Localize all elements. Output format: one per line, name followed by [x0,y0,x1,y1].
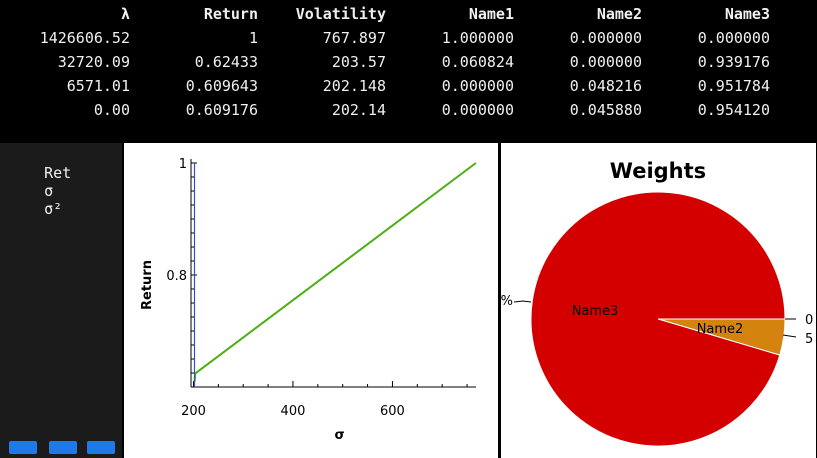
results-table-panel: λ Return Volatility Name1 Name2 Name3 14… [0,0,817,143]
column-header-name3[interactable]: Name3 [642,2,770,26]
frontier-series-line [193,162,477,382]
table-cell: 0.954120 [697,101,770,119]
column-header-lambda[interactable]: λ [4,2,130,26]
table-cell: 0.62433 [194,53,258,71]
side-button-2[interactable] [49,441,77,454]
table-cell: 203.57 [331,53,386,71]
table-header-row: λ Return Volatility Name1 Name2 Name3 [4,2,770,26]
table-cell: 0.000000 [569,53,642,71]
table-cell: 0.00 [93,101,130,119]
table-cell: 1 [248,29,258,47]
side-panel-header: Ret σ σ² [8,146,85,236]
table-cell: 0.939176 [697,53,770,71]
table-cell: 0.000000 [441,101,514,119]
table-cell: 767.897 [322,29,386,47]
table-row[interactable]: 0.00 0.609176 202.14 0.000000 0.045880 0… [4,98,770,122]
side-header-sigma-squared[interactable]: σ² [44,200,62,218]
side-panel: Ret σ σ² [0,143,122,458]
pie-label-name2: Name2 [697,322,744,337]
column-header-return[interactable]: Return [130,2,258,26]
table-row[interactable]: 1426606.52 1 767.897 1.000000 0.000000 0… [4,26,770,50]
column-header-name2[interactable]: Name2 [514,2,642,26]
table-cell: 202.14 [331,101,386,119]
y-tick-label: 0.8 [166,269,187,284]
pie-leader-line [782,334,797,338]
pie-label-name3: Name3 [572,304,619,319]
table-cell: 0.951784 [697,77,770,95]
y-axis-label: Return [140,260,155,310]
side-header-sigma[interactable]: σ [44,182,53,200]
pie-outside-label: % [501,294,513,309]
table-row[interactable]: 32720.09 0.62433 203.57 0.060824 0.00000… [4,50,770,74]
results-table: λ Return Volatility Name1 Name2 Name3 14… [4,2,770,122]
x-axis-label: σ [334,428,344,443]
table-cell: 0.060824 [441,53,514,71]
pie-outside-label: 5 [805,332,813,347]
table-cell: 202.148 [322,77,386,95]
pie-leader-line [513,300,532,303]
pie-outside-label: 0 [805,313,813,328]
table-cell: 0.000000 [697,29,770,47]
table-cell: 0.609176 [185,101,258,119]
pie-slice-name3[interactable] [530,191,786,447]
column-header-name1[interactable]: Name1 [386,2,514,26]
x-tick-label: 200 [181,404,206,419]
weights-pie-panel: Weights Name3 Name2% 0 5 [501,143,816,458]
table-cell: 32720.09 [57,53,130,71]
x-tick-label: 400 [281,404,306,419]
side-button-3[interactable] [87,441,115,454]
y-tick-label: 1 [179,157,187,172]
side-button-1[interactable] [9,441,37,454]
table-cell: 0.048216 [569,77,642,95]
weights-pie-chart[interactable]: Weights Name3 Name2% 0 5 [501,143,816,458]
table-cell: 0.609643 [185,77,258,95]
table-cell: 1.000000 [441,29,514,47]
frontier-chart-panel: 1 0.8 200 400 600 σ Return [124,143,498,458]
column-header-volatility[interactable]: Volatility [258,2,386,26]
table-row[interactable]: 6571.01 0.609643 202.148 0.000000 0.0482… [4,74,770,98]
table-cell: 0.000000 [441,77,514,95]
pie-title: Weights [610,159,706,183]
table-cell: 0.045880 [569,101,642,119]
table-cell: 1426606.52 [39,29,130,47]
x-tick-label: 600 [380,404,405,419]
table-cell: 0.000000 [569,29,642,47]
frontier-chart[interactable]: 1 0.8 200 400 600 σ Return [124,143,498,458]
table-cell: 6571.01 [66,77,130,95]
side-header-ret[interactable]: Ret [44,164,71,182]
